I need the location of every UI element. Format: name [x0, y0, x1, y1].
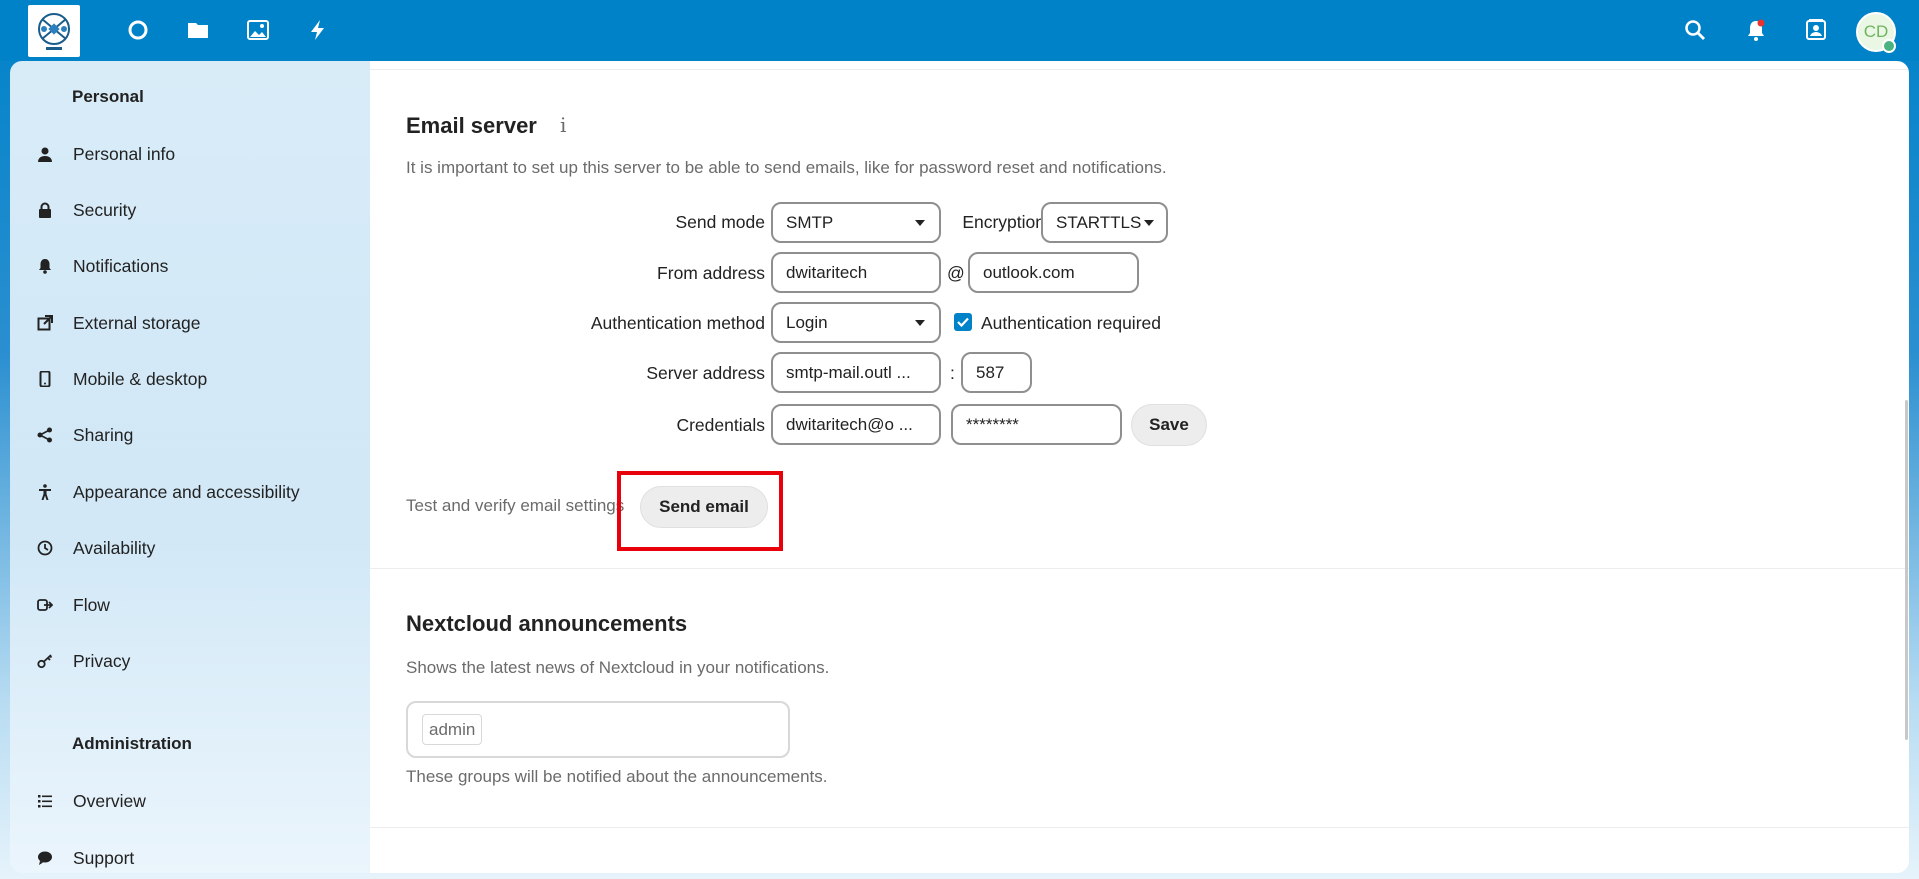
encryption-select[interactable]: STARTTLS — [1041, 202, 1168, 243]
search-icon[interactable] — [1679, 14, 1711, 46]
auth-method-value: Login — [786, 312, 828, 332]
server-host-value: smtp-mail.outl ... — [786, 362, 911, 382]
dashboard-icon[interactable] — [122, 14, 154, 46]
encryption-label: Encryption — [962, 212, 1045, 232]
chat-icon — [36, 849, 54, 867]
email-server-description: It is important to set up this server to… — [406, 158, 1167, 177]
scrollbar[interactable] — [1905, 400, 1908, 740]
info-icon[interactable]: i — [560, 113, 566, 137]
logo-emblem-icon — [38, 13, 70, 50]
photos-icon[interactable] — [242, 14, 274, 46]
external-link-icon — [36, 314, 54, 332]
checkmark-icon — [957, 317, 969, 328]
sidebar-item-external-storage[interactable]: External storage — [10, 301, 370, 345]
activity-icon[interactable] — [302, 14, 334, 46]
app-logo[interactable] — [28, 5, 80, 57]
sidebar-item-label: Appearance and accessibility — [73, 481, 300, 502]
sidebar-item-label: Privacy — [73, 650, 131, 671]
sidebar-item-label: Notifications — [73, 255, 169, 276]
announcements-description: Shows the latest news of Nextcloud in yo… — [406, 658, 830, 677]
lock-icon — [36, 201, 54, 219]
email-server-title: Email server — [406, 113, 537, 138]
settings-main-content: Email server i It is important to set up… — [370, 61, 1909, 873]
auth-required-checkbox[interactable] — [954, 313, 972, 331]
sidebar-item-label: Support — [73, 847, 135, 868]
credentials-user-input[interactable]: dwitaritech@o ... — [771, 404, 941, 445]
sidebar-item-notifications[interactable]: Notifications — [10, 244, 370, 288]
accessibility-icon — [36, 483, 54, 501]
sidebar-item-label: Personal info — [73, 143, 176, 164]
sidebar-item-label: Overview — [73, 790, 146, 811]
chevron-down-icon — [915, 320, 925, 326]
sidebar-item-security[interactable]: Security — [10, 188, 370, 232]
server-host-input[interactable]: smtp-mail.outl ... — [771, 352, 941, 393]
share-icon — [36, 426, 54, 444]
contacts-icon[interactable] — [1800, 14, 1832, 46]
sidebar-item-appearance[interactable]: Appearance and accessibility — [10, 470, 370, 514]
send-mode-label: Send mode — [675, 212, 765, 232]
send-mode-value: SMTP — [786, 212, 834, 232]
auth-method-select[interactable]: Login — [771, 302, 941, 343]
section-divider — [370, 568, 1909, 569]
bell-icon — [36, 257, 54, 275]
flow-icon — [36, 596, 54, 614]
test-settings-label: Test and verify email settings — [406, 496, 625, 515]
online-status-badge — [1882, 39, 1896, 53]
save-button[interactable]: Save — [1131, 404, 1207, 446]
sidebar-item-support[interactable]: Support — [10, 836, 370, 873]
chevron-down-icon — [915, 220, 925, 226]
list-icon — [36, 792, 54, 810]
sidebar-item-label: Flow — [73, 594, 110, 615]
user-icon — [36, 145, 54, 163]
sidebar-heading-personal: Personal — [72, 87, 144, 106]
server-port-value: 587 — [976, 362, 1005, 382]
announcements-title: Nextcloud announcements — [406, 611, 688, 636]
notifications-icon[interactable] — [1740, 14, 1772, 46]
server-port-input[interactable]: 587 — [961, 352, 1032, 393]
top-header: CD — [0, 0, 1919, 61]
section-divider — [370, 69, 1909, 70]
from-address-label: From address — [657, 263, 765, 283]
sidebar-item-availability[interactable]: Availability — [10, 526, 370, 570]
from-domain-input[interactable]: outlook.com — [968, 252, 1139, 293]
clock-icon — [36, 539, 54, 557]
auth-required-label[interactable]: Authentication required — [981, 313, 1161, 334]
section-divider — [370, 827, 1909, 828]
credentials-password-input[interactable]: ******** — [951, 404, 1122, 445]
chevron-down-icon — [1144, 220, 1154, 226]
send-mode-select[interactable]: SMTP — [771, 202, 941, 243]
auth-method-label: Authentication method — [590, 313, 765, 333]
sidebar-item-label: Availability — [73, 537, 156, 558]
from-user-value: dwitaritech — [786, 262, 868, 282]
credentials-user-value: dwitaritech@o ... — [786, 414, 913, 434]
server-address-label: Server address — [646, 363, 765, 383]
sidebar-item-label: Mobile & desktop — [73, 368, 208, 389]
sidebar-item-mobile-desktop[interactable]: Mobile & desktop — [10, 357, 370, 401]
sidebar-item-flow[interactable]: Flow — [10, 583, 370, 627]
announcements-note: These groups will be notified about the … — [406, 767, 828, 786]
phone-icon — [36, 370, 54, 388]
key-icon — [36, 652, 54, 670]
highlight-box — [617, 471, 783, 551]
sidebar-item-sharing[interactable]: Sharing — [10, 413, 370, 457]
groups-select[interactable]: admin — [406, 701, 790, 758]
sidebar-item-label: Sharing — [73, 424, 134, 445]
credentials-password-value: ******** — [966, 414, 1019, 434]
sidebar-item-overview[interactable]: Overview — [10, 779, 370, 823]
files-icon[interactable] — [182, 14, 214, 46]
credentials-label: Credentials — [676, 415, 765, 435]
sidebar-item-label: External storage — [73, 312, 201, 333]
port-separator: : — [950, 363, 955, 383]
encryption-value: STARTTLS — [1056, 212, 1142, 232]
sidebar-item-privacy[interactable]: Privacy — [10, 639, 370, 683]
group-chip[interactable]: admin — [422, 714, 483, 745]
sidebar-item-personal-info[interactable]: Personal info — [10, 132, 370, 176]
at-sign: @ — [947, 263, 965, 283]
sidebar-heading-administration: Administration — [72, 734, 192, 753]
sidebar-item-label: Security — [73, 199, 137, 220]
settings-sidebar: Personal Personal info Security Notifica… — [10, 61, 370, 873]
from-domain-value: outlook.com — [983, 262, 1075, 282]
from-user-input[interactable]: dwitaritech — [771, 252, 941, 293]
